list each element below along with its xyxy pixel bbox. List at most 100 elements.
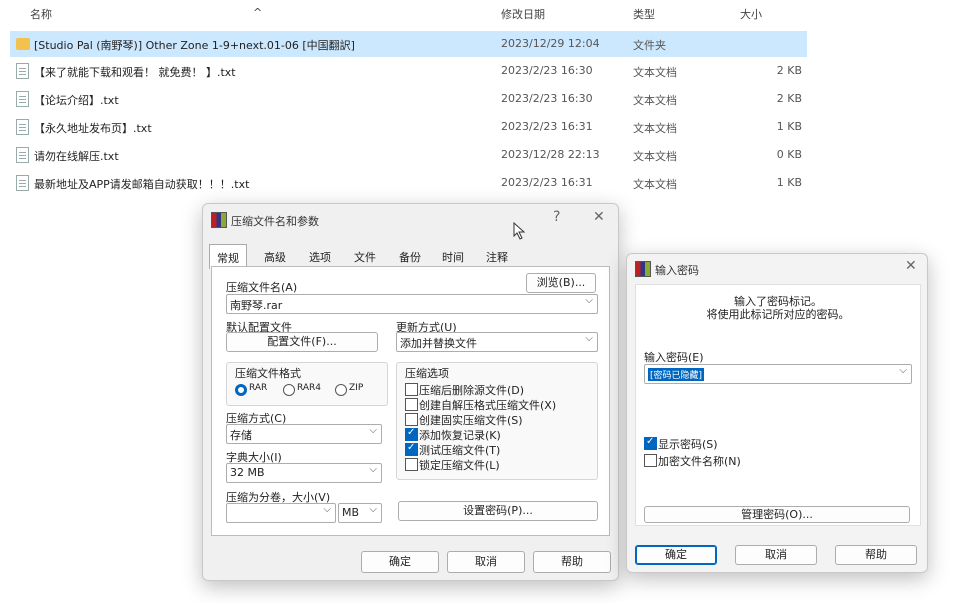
file-date: 2023/2/23 16:30 [501, 64, 593, 77]
tab-comment[interactable]: 注释 [479, 246, 515, 268]
help-icon[interactable]: ? [553, 209, 560, 225]
cancel-button[interactable]: 取消 [447, 551, 525, 573]
table-row[interactable]: [Studio Pal (南野琴)] Other Zone 1-9+next.0… [10, 31, 807, 57]
update-mode-select[interactable]: 添加并替换文件 ⌵ [396, 332, 598, 352]
table-row[interactable]: 【论坛介绍】.txt 2023/2/23 16:30 文本文档 2 KB [10, 86, 807, 112]
manage-passwords-button[interactable]: 管理密码(O)... [644, 506, 910, 523]
option-label: 创建固实压缩文件(S) [419, 414, 523, 427]
file-name: 请勿在线解压.txt [34, 150, 119, 163]
text-file-icon [16, 147, 29, 163]
table-row[interactable]: 最新地址及APP请发邮箱自动获取！！！.txt 2023/2/23 16:31 … [10, 170, 807, 196]
chevron-down-icon: ⌵ [899, 365, 907, 376]
option-label: 添加恢复记录(K) [419, 429, 501, 442]
tab-files[interactable]: 文件 [347, 246, 383, 268]
file-date: 2023/12/29 12:04 [501, 37, 600, 50]
close-icon[interactable]: ✕ [593, 209, 605, 225]
split-unit-select[interactable]: MB ⌵ [338, 503, 382, 523]
tab-advanced[interactable]: 高级 [257, 246, 293, 268]
column-name[interactable]: 名称 [30, 6, 52, 22]
column-size[interactable]: 大小 [740, 6, 762, 22]
file-name: 【永久地址发布页】.txt [34, 122, 152, 135]
file-type: 文本文档 [633, 178, 677, 191]
ok-button[interactable]: 确定 [635, 545, 717, 565]
file-type: 文本文档 [633, 66, 677, 79]
option-checkbox[interactable] [405, 398, 418, 411]
file-name: 【来了就能下载和观看！ 就免费！ 】.txt [34, 66, 236, 79]
format-zip-radio[interactable] [335, 384, 347, 396]
sort-caret-icon: ^ [253, 6, 263, 19]
file-size: 1 KB [776, 176, 802, 189]
tab-bar: 常规 高级 选项 文件 备份 时间 注释 [209, 244, 609, 269]
winrar-icon [635, 261, 651, 277]
update-mode-value: 添加并替换文件 [400, 337, 477, 350]
password-label: 输入密码(E) [644, 351, 704, 364]
browse-button[interactable]: 浏览(B)... [526, 273, 596, 293]
help-button[interactable]: 帮助 [835, 545, 917, 565]
column-type[interactable]: 类型 [633, 6, 655, 22]
option-checkbox[interactable] [405, 427, 418, 441]
password-value: [密码已隐藏] [648, 368, 705, 381]
format-rar-radio[interactable] [235, 384, 247, 396]
dialog-title: 输入密码 [655, 264, 699, 277]
help-button[interactable]: 帮助 [533, 551, 611, 573]
profile-button[interactable]: 配置文件(F)... [226, 332, 378, 352]
method-value: 存储 [230, 429, 252, 442]
split-unit-value: MB [342, 506, 360, 519]
info-line-2: 将使用此标记所对应的密码。 [706, 308, 850, 321]
tab-options[interactable]: 选项 [302, 246, 338, 268]
cancel-button[interactable]: 取消 [735, 545, 817, 565]
dict-select[interactable]: 32 MB ⌵ [226, 463, 382, 483]
archive-name-combo[interactable]: 南野琴.rar ⌵ [226, 294, 598, 314]
file-name: 最新地址及APP请发邮箱自动获取！！！.txt [34, 178, 250, 191]
table-row[interactable]: 请勿在线解压.txt 2023/12/28 22:13 文本文档 0 KB [10, 142, 807, 168]
file-type: 文件夹 [633, 39, 666, 52]
table-row[interactable]: 【永久地址发布页】.txt 2023/2/23 16:31 文本文档 1 KB [10, 114, 807, 140]
file-type: 文本文档 [633, 122, 677, 135]
folder-icon [16, 38, 30, 50]
chevron-down-icon: ⌵ [369, 425, 377, 436]
close-icon[interactable]: ✕ [905, 258, 917, 274]
password-input[interactable]: [密码已隐藏] ⌵ [644, 364, 912, 384]
chevron-down-icon: ⌵ [585, 295, 593, 306]
set-password-button[interactable]: 设置密码(P)... [398, 501, 598, 521]
general-panel: 压缩文件名(A) 浏览(B)... 南野琴.rar ⌵ 默认配置文件 配置文件(… [211, 266, 610, 536]
encrypt-names-checkbox[interactable] [644, 454, 657, 467]
file-date: 2023/2/23 16:30 [501, 92, 593, 105]
file-type: 文本文档 [633, 94, 677, 107]
archive-name-label: 压缩文件名(A) [226, 281, 298, 294]
options-group-label: 压缩选项 [405, 367, 449, 380]
text-file-icon [16, 63, 29, 79]
option-label: 测试压缩文件(T) [419, 444, 501, 457]
file-date: 2023/2/23 16:31 [501, 176, 593, 189]
format-rar-label: RAR [249, 383, 268, 393]
column-date[interactable]: 修改日期 [501, 6, 545, 22]
show-password-checkbox[interactable] [644, 436, 657, 450]
table-row[interactable]: 【来了就能下载和观看！ 就免费！ 】.txt 2023/2/23 16:30 文… [10, 58, 807, 84]
split-size-combo[interactable]: ⌵ [226, 503, 336, 523]
password-dialog: 输入密码 ✕ 输入了密码标记。 将使用此标记所对应的密码。 输入密码(E) [密… [626, 253, 928, 573]
format-group-label: 压缩文件格式 [235, 367, 301, 380]
file-size: 1 KB [776, 120, 802, 133]
format-rar4-radio[interactable] [283, 384, 295, 396]
file-date: 2023/12/28 22:13 [501, 148, 600, 161]
option-checkbox[interactable] [405, 442, 418, 456]
option-label: 锁定压缩文件(L) [419, 459, 500, 472]
options-group: 压缩选项 压缩后删除源文件(D) 创建自解压格式压缩文件(X) 创建固实压缩文件… [396, 362, 598, 480]
mouse-cursor-icon [513, 222, 526, 240]
tab-time[interactable]: 时间 [435, 246, 471, 268]
option-checkbox[interactable] [405, 383, 418, 396]
chevron-down-icon: ⌵ [369, 504, 377, 515]
option-checkbox[interactable] [405, 458, 418, 471]
tab-backup[interactable]: 备份 [392, 246, 428, 268]
winrar-icon [211, 212, 227, 228]
file-name: [Studio Pal (南野琴)] Other Zone 1-9+next.0… [34, 39, 355, 52]
ok-button[interactable]: 确定 [361, 551, 439, 573]
file-size: 2 KB [776, 92, 802, 105]
password-panel: 输入了密码标记。 将使用此标记所对应的密码。 输入密码(E) [密码已隐藏] ⌵… [635, 284, 921, 526]
file-type: 文本文档 [633, 150, 677, 163]
method-select[interactable]: 存储 ⌵ [226, 424, 382, 444]
file-list-header: ^ 名称 修改日期 类型 大小 [0, 0, 810, 26]
dict-value: 32 MB [230, 466, 265, 479]
file-size: 0 KB [776, 148, 802, 161]
option-checkbox[interactable] [405, 413, 418, 426]
